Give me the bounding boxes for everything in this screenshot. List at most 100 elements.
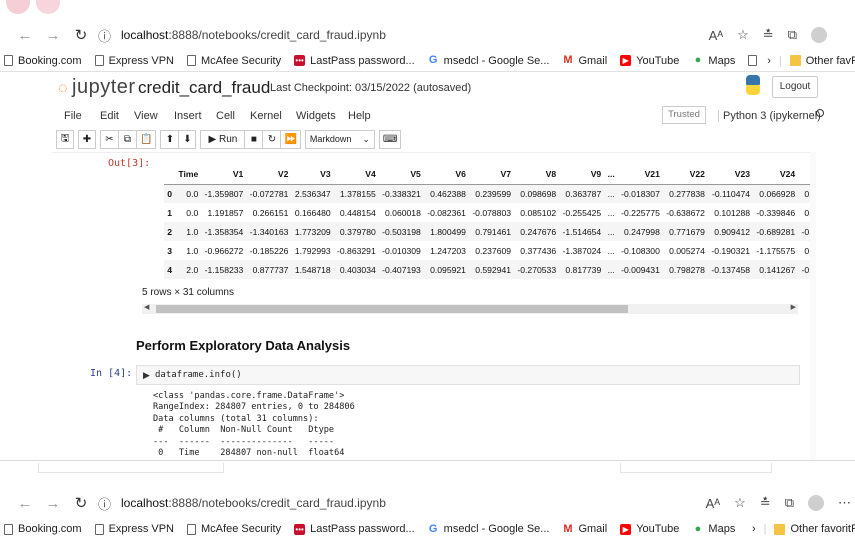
bookmark-mcafee[interactable]: McAfee Security <box>187 55 281 67</box>
restart-run-all-icon[interactable]: ⏩ <box>280 129 301 149</box>
jupyter-logo[interactable]: ◌ jupyter <box>58 76 136 99</box>
refresh-icon[interactable]: ↻ <box>70 26 92 44</box>
bookmark-msedcl[interactable]: Gmsedcl - Google Se... <box>428 55 550 67</box>
favorites-list-icon[interactable]: ≛ <box>763 27 774 43</box>
bookmark-youtube[interactable]: ▶ YouTube <box>620 55 679 67</box>
bookmark-other-favorites[interactable]: Other favorit <box>774 523 851 535</box>
corner-watermark <box>0 0 90 16</box>
menu-file[interactable]: File <box>64 110 82 122</box>
back-icon[interactable]: ← <box>14 495 36 512</box>
save-icon[interactable]: 🖫 <box>56 129 74 149</box>
menu-insert[interactable]: Insert <box>174 110 202 122</box>
trusted-badge[interactable]: Trusted <box>662 106 706 124</box>
table-cell: 0.877737 <box>252 264 289 275</box>
menu-kernel[interactable]: Kernel <box>250 110 282 122</box>
column-header: V23 <box>708 165 754 185</box>
insert-cell-icon[interactable]: ✚ <box>78 129 96 149</box>
table-cell: 0.060018 <box>385 207 421 218</box>
table-cell: 0.448154 <box>339 207 376 218</box>
lastpass-icon: ••• <box>294 523 306 535</box>
bookmark-mcafee[interactable]: McAfee Security <box>187 523 281 535</box>
forward-icon[interactable]: → <box>42 27 64 44</box>
restart-icon[interactable]: ↻ <box>262 129 281 149</box>
profile-avatar[interactable] <box>811 27 827 43</box>
gmail-icon: M <box>563 522 573 535</box>
refresh-icon[interactable]: ↻ <box>70 494 92 512</box>
bookmark-msedcl[interactable]: Gmsedcl - Google Se... <box>428 523 550 535</box>
table-cell: -1.514654 <box>562 226 602 237</box>
forward-icon[interactable]: → <box>42 495 64 512</box>
read-aloud-icon[interactable]: Aᴬ <box>709 28 724 43</box>
run-button[interactable]: ▶ Run <box>200 129 245 149</box>
row-index: 2 <box>167 226 172 237</box>
interrupt-icon[interactable]: ■ <box>244 129 263 149</box>
code-text[interactable]: dataframe.info() <box>155 370 242 380</box>
url-field[interactable]: localhost:8888/notebooks/credit_card_fra… <box>121 496 386 510</box>
profile-avatar[interactable] <box>808 495 824 511</box>
table-cell: 0.379780 <box>339 226 376 237</box>
bookmark-gmail[interactable]: M Gmail <box>562 523 607 535</box>
favorites-list-icon[interactable]: ≛ <box>760 495 771 511</box>
menu-help[interactable]: Help <box>348 110 371 122</box>
bookmark-lastpass-password[interactable]: ••• LastPass password... <box>294 523 415 535</box>
info-icon[interactable]: ⓘ <box>98 26 111 45</box>
cut-icon[interactable]: ✂ <box>100 129 118 149</box>
more-icon[interactable]: ⋯ <box>838 495 851 511</box>
info-icon[interactable]: ⓘ <box>98 494 111 513</box>
chevron-right-icon[interactable]: › <box>767 55 771 67</box>
google-icon: G <box>428 522 438 535</box>
favorite-star-icon[interactable]: ☆ <box>734 495 746 511</box>
bookmark-youtube[interactable]: ▶ YouTube <box>620 523 679 535</box>
table-cell: -0.190321 <box>711 245 751 256</box>
scroll-left-icon[interactable]: ◀ <box>144 303 149 311</box>
table-cell: -0.072781 <box>249 188 289 199</box>
table-cell: -0.966272 <box>204 245 244 256</box>
kernel-name[interactable]: Python 3 (ipykernel) <box>718 110 821 122</box>
notebook-title[interactable]: credit_card_fraud <box>138 78 270 98</box>
paste-icon[interactable]: 📋 <box>136 129 157 149</box>
scroll-thumb[interactable] <box>156 305 628 313</box>
collections-icon[interactable]: ⧉ <box>788 27 797 43</box>
favorite-star-icon[interactable]: ☆ <box>737 27 749 43</box>
table-cell: 1.800499 <box>430 226 466 237</box>
menu-widgets[interactable]: Widgets <box>296 110 336 122</box>
url-field[interactable]: localhost:8888/notebooks/credit_card_fra… <box>121 28 386 42</box>
gmail-icon: M <box>563 54 573 66</box>
bookmark-lastpass-password[interactable]: ••• LastPass password... <box>294 55 415 67</box>
bookmark-express-vpn[interactable]: Express VPN <box>94 523 174 535</box>
column-header: Time <box>175 165 202 185</box>
move-up-icon[interactable]: ⬆ <box>160 129 179 149</box>
code-cell[interactable]: ▶ dataframe.info() <box>136 365 800 385</box>
bookmark-maps[interactable]: ● Maps <box>692 55 736 67</box>
youtube-icon: ▶ <box>620 523 632 535</box>
cell-type-select[interactable]: Markdown ⌄ <box>304 129 375 149</box>
read-aloud-icon[interactable]: Aᴬ <box>706 496 721 511</box>
menu-view[interactable]: View <box>134 110 158 122</box>
bookmark-gmail[interactable]: M Gmail <box>562 55 607 67</box>
run-cell-icon[interactable]: ▶ <box>143 370 150 381</box>
move-down-icon[interactable]: ⬇ <box>178 129 197 149</box>
vertical-scrollbar[interactable] <box>810 152 816 460</box>
bookmark-express-vpn[interactable]: Express VPN <box>94 55 174 67</box>
bookmark-maps[interactable]: ● Maps <box>692 523 736 535</box>
table-cell: -0.638672 <box>666 207 705 218</box>
bookmark-booking[interactable]: Booking.com <box>4 523 82 535</box>
table-cell: -0.270533 <box>517 264 557 275</box>
menu-edit[interactable]: Edit <box>100 110 119 122</box>
back-icon[interactable]: ← <box>14 27 36 44</box>
keyboard-icon[interactable]: ⌨ <box>378 129 402 149</box>
copy-icon[interactable]: ⧉ <box>118 129 136 149</box>
table-cell: 0.237609 <box>475 245 512 256</box>
page-icon <box>4 55 13 66</box>
logout-button[interactable]: Logout <box>772 76 818 98</box>
menu-cell[interactable]: Cell <box>216 110 235 122</box>
table-cell: ... <box>607 207 615 218</box>
scroll-right-icon[interactable]: ▶ <box>791 303 796 311</box>
output-prompt: Out[3]: <box>108 158 151 169</box>
jupyter-header: ◌ jupyter credit_card_fraud Last Checkpoi… <box>0 72 855 102</box>
bookmark-booking[interactable]: Booking.com <box>4 55 82 67</box>
collections-icon[interactable]: ⧉ <box>785 495 794 511</box>
horizontal-scrollbar[interactable]: ◀ ▶ <box>142 304 798 314</box>
bookmark-other-favorites[interactable]: Other fav <box>789 55 851 67</box>
chevron-right-icon[interactable]: › <box>752 523 756 535</box>
